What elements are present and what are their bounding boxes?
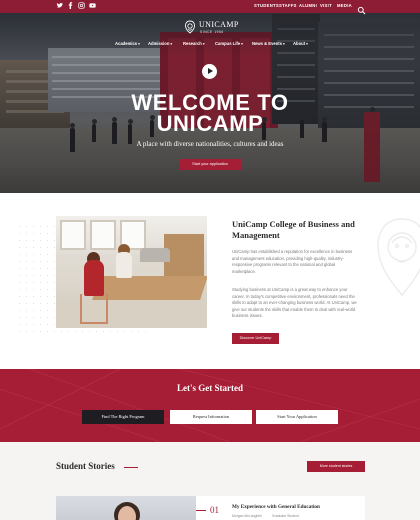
start-your-application-button[interactable]: Start Your Application: [256, 410, 338, 424]
nav-label: About: [293, 41, 306, 46]
title-accent-line: [124, 467, 138, 468]
youtube-icon[interactable]: [88, 2, 97, 13]
chevron-down-icon: ▾: [138, 42, 140, 46]
get-started-title: Let's Get Started: [177, 383, 243, 393]
nav-research[interactable]: Research▾: [183, 41, 205, 46]
student-portrait: [56, 496, 196, 520]
start-application-button[interactable]: Start your application: [179, 159, 241, 170]
top-link-visit[interactable]: VISIT: [320, 3, 332, 8]
nav-campus-life[interactable]: Campus Life▾: [215, 41, 243, 46]
brand-tagline: SINCE 1966: [200, 30, 224, 34]
chevron-down-icon: ▾: [241, 42, 243, 46]
nav-label: Admission: [148, 41, 170, 46]
more-stories-button[interactable]: More student stories: [307, 461, 365, 472]
facebook-icon[interactable]: [66, 2, 75, 13]
nav-about[interactable]: About▾: [293, 41, 308, 46]
about-paragraph-1: UniCamp has established a reputation for…: [232, 249, 353, 274]
chevron-down-icon: ▾: [202, 42, 205, 46]
nav-label: News & Events: [252, 41, 283, 46]
nav-label: Academics: [115, 41, 138, 46]
top-link-students[interactable]: STUDENTS: [254, 3, 279, 8]
nav-admission[interactable]: Admission▾: [148, 41, 172, 46]
hero-section: STUDENTS STAFFS ALUMNI VISIT MEDIA UNICA…: [0, 0, 420, 193]
discover-unicamp-button[interactable]: Discover UniCamp: [232, 333, 279, 344]
top-link-staffs[interactable]: STAFFS: [279, 3, 297, 8]
about-title: UniCamp College of Business and Manageme…: [232, 219, 355, 240]
request-information-button[interactable]: Request Information: [170, 410, 252, 424]
top-link-media[interactable]: MEDIA: [337, 3, 352, 8]
students-studying-photo: [56, 216, 207, 328]
chevron-down-icon: ▾: [306, 42, 308, 46]
story-number: 01: [210, 505, 219, 515]
top-link-alumni[interactable]: ALUMNI: [299, 3, 317, 8]
search-icon[interactable]: [357, 2, 366, 15]
story-role: Graduate Student: [272, 514, 299, 518]
decorative-lines: [0, 369, 420, 442]
hero-title-line2: UNICAMP: [156, 111, 264, 136]
brand-name[interactable]: UNICAMP: [199, 20, 239, 29]
student-stories-section: Student Stories More student stories 01 …: [0, 442, 420, 520]
unicamp-crest-icon[interactable]: [183, 20, 197, 34]
about-paragraph-2: Studying business at UniCamp is a great …: [232, 287, 357, 319]
find-program-button[interactable]: Find The Right Program: [82, 410, 164, 424]
twitter-icon[interactable]: [55, 2, 64, 13]
get-started-section: Let's Get Started Find The Right Program…: [0, 369, 420, 442]
nav-news-events[interactable]: News & Events▾: [252, 41, 285, 46]
nav-academics[interactable]: Academics▾: [115, 41, 140, 46]
instagram-icon[interactable]: [77, 2, 86, 13]
play-video-button[interactable]: [202, 64, 217, 79]
hero-subtitle: A place with diverse nationalities, cult…: [136, 140, 284, 148]
stories-title: Student Stories: [56, 461, 115, 471]
chevron-down-icon: ▾: [170, 42, 173, 46]
about-section: UniCamp College of Business and Manageme…: [0, 193, 420, 369]
nav-label: Research: [183, 41, 202, 46]
story-title[interactable]: My Experience with General Education: [232, 504, 320, 510]
story-author: Morgan McLaughlin: [232, 514, 262, 518]
nav-label: Campus Life: [215, 41, 241, 46]
chevron-down-icon: ▾: [283, 42, 285, 46]
hero-title-line1: WELCOME TO: [131, 90, 289, 115]
number-accent-line: [196, 510, 206, 511]
